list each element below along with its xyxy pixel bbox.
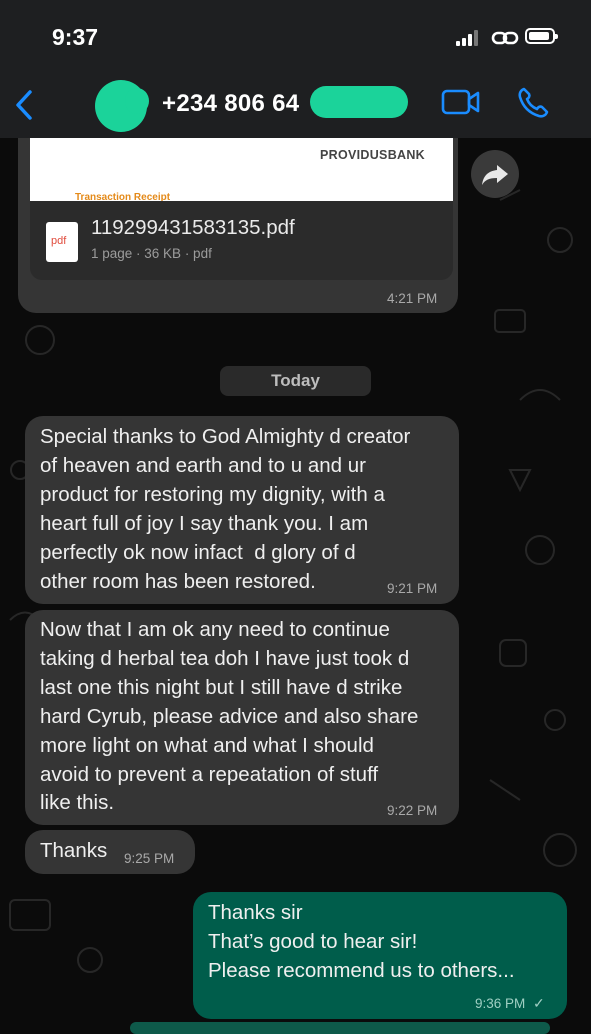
message-time: 9:22 PM [387,803,438,818]
message-text: Thanks sir That’s good to hear sir! Plea… [208,901,515,982]
document-attachment-row[interactable] [30,201,453,280]
message-time: 9:25 PM [124,851,175,866]
status-time: 9:37 [52,24,99,50]
back-button[interactable] [12,88,36,122]
document-meta: 1 page · 36 KB · pdf [91,246,212,261]
contact-name[interactable]: +234 806 64 [162,90,299,118]
message-text: Thanks [40,839,108,862]
battery-icon [525,28,558,44]
video-call-button[interactable] [441,88,481,116]
message-text: Special thanks to God Almighty d creator… [40,425,411,593]
signal-icon [456,30,482,46]
receipt-preview-image[interactable] [30,132,453,201]
next-message-bubble-edge [130,1022,550,1034]
message-time: 4:21 PM [387,291,438,306]
pdf-icon-label: pdf [51,235,67,247]
message-time: 9:36 PM [475,996,526,1011]
preview-brand-logo: PROVIDUSBANK [320,148,425,162]
contact-avatar[interactable] [95,80,149,132]
delivered-check-icon: ✓ [533,995,545,1011]
voice-call-button[interactable] [516,86,550,120]
date-divider: Today [220,366,371,396]
redaction-mark [310,86,408,118]
chat-header: 9:37 +234 806 64 [0,0,591,138]
forward-arrow-icon [482,165,508,185]
message-text: Now that I am ok any need to continue ta… [40,618,419,815]
hotspot-link-icon [491,31,519,45]
message-time: 9:21 PM [387,581,438,596]
document-filename: 119299431583135.pdf [91,216,295,239]
pdf-file-icon: pdf [46,222,78,262]
forward-button[interactable] [471,150,519,198]
